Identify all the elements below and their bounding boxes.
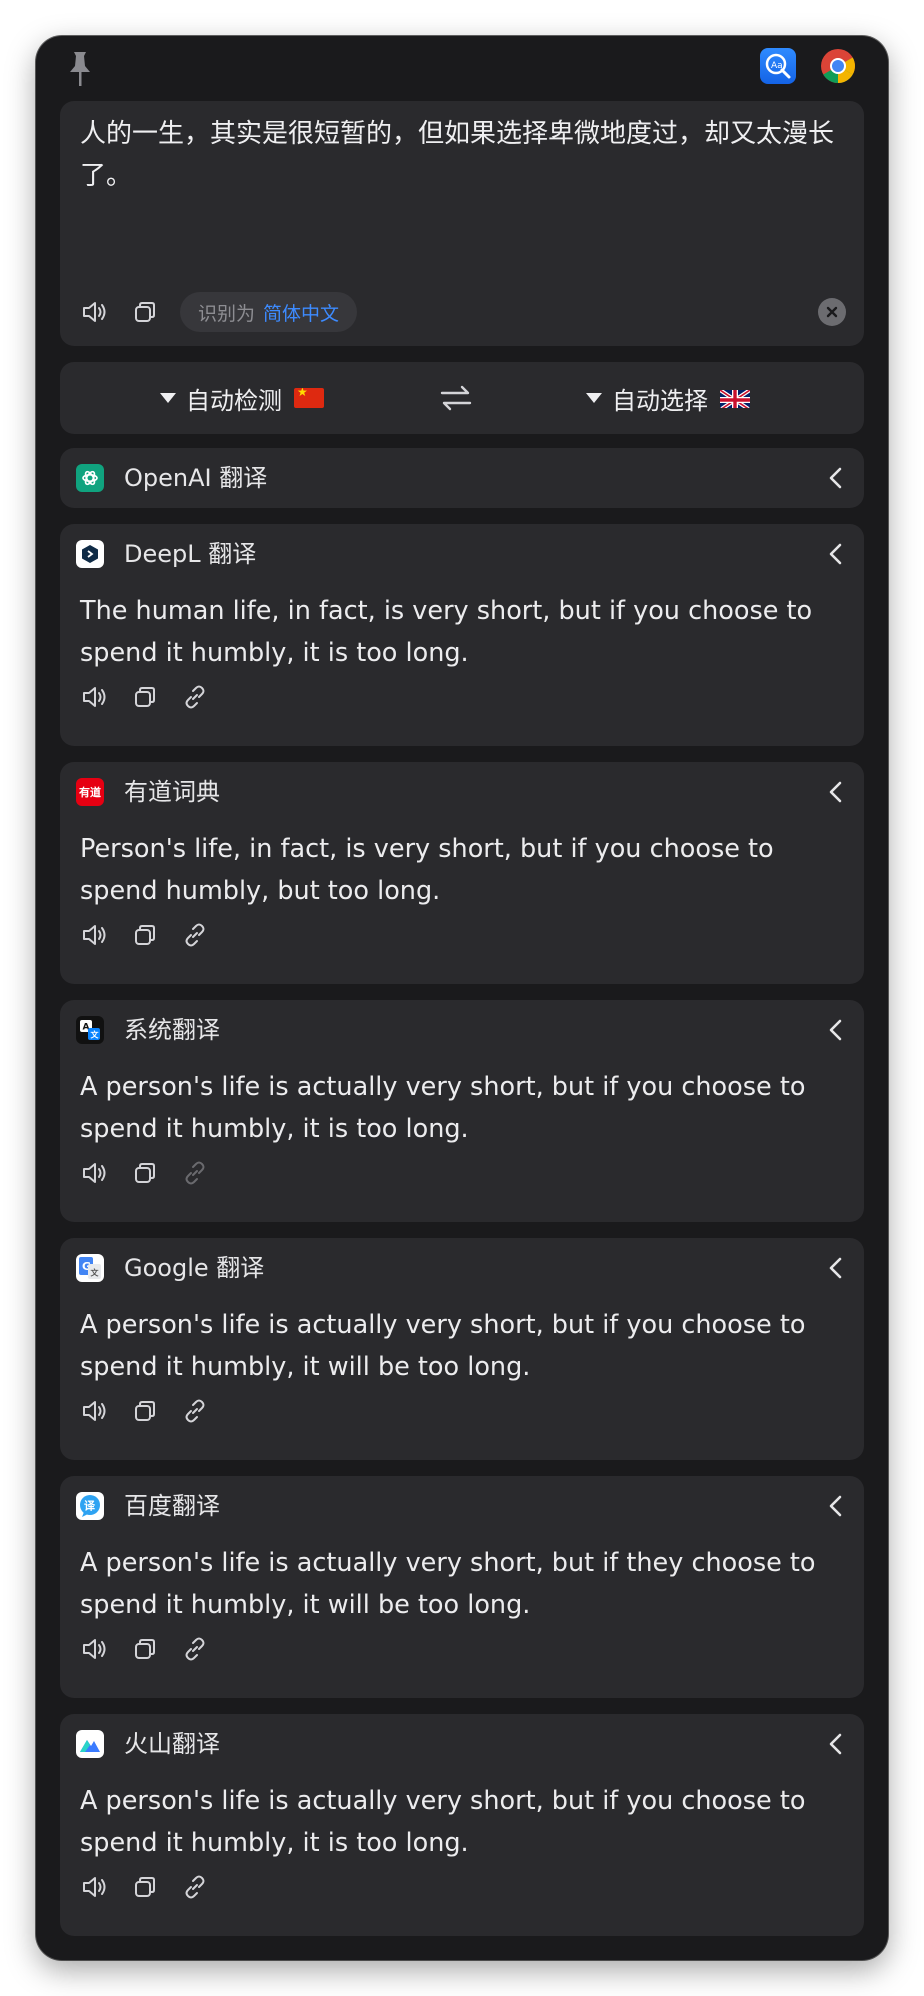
openai-logo-icon: [76, 464, 104, 492]
service-header[interactable]: 译 百度翻译: [60, 1476, 864, 1536]
detect-prefix-label: 识别为: [198, 302, 256, 325]
copy-icon[interactable]: [130, 1396, 160, 1426]
result-toolbar: [80, 920, 210, 950]
link-icon[interactable]: [180, 920, 210, 950]
service-header[interactable]: 有道 有道词典: [60, 762, 864, 822]
service-name: 有道词典: [124, 778, 220, 806]
detected-language[interactable]: 简体中文: [263, 299, 339, 326]
service-header[interactable]: OpenAI 翻译: [60, 448, 864, 508]
link-icon[interactable]: [180, 1634, 210, 1664]
source-input-card: 人的一生，其实是很短暂的，但如果选择卑微地度过，却又太漫长了。 识别为 简体中文: [60, 101, 864, 346]
clear-input-button[interactable]: [818, 298, 846, 326]
service-card-volcano: 火山翻译 A person's life is actually very sh…: [60, 1714, 864, 1936]
google-translate-logo-icon: G文: [76, 1254, 104, 1282]
copy-icon[interactable]: [130, 1634, 160, 1664]
svg-text:译: 译: [84, 1500, 96, 1513]
speaker-icon[interactable]: [80, 1872, 110, 1902]
chevron-left-icon[interactable]: [822, 778, 850, 806]
chrome-browser-icon[interactable]: [820, 48, 856, 84]
detected-language-badge[interactable]: 识别为 简体中文: [180, 292, 358, 332]
result-toolbar: [80, 1634, 210, 1664]
service-card-deepl: DeepL 翻译 The human life, in fact, is ver…: [60, 524, 864, 746]
link-icon-disabled: [180, 1158, 210, 1188]
chevron-left-icon[interactable]: [822, 1492, 850, 1520]
title-bar: Aa: [36, 36, 888, 102]
language-selector-bar: 自动检测 自动选择: [60, 362, 864, 434]
copy-icon[interactable]: [130, 1158, 160, 1188]
translation-result[interactable]: A person's life is actually very short, …: [80, 1542, 850, 1626]
translation-result[interactable]: A person's life is actually very short, …: [80, 1780, 850, 1864]
source-language-label: 自动检测: [186, 386, 282, 415]
result-toolbar: [80, 1872, 210, 1902]
service-header[interactable]: A文 系统翻译: [60, 1000, 864, 1060]
chevron-left-icon[interactable]: [822, 1254, 850, 1282]
svg-text:文: 文: [91, 1030, 100, 1040]
service-card-openai: OpenAI 翻译: [60, 448, 864, 508]
chevron-down-icon: [160, 393, 176, 403]
chevron-left-icon[interactable]: [822, 1730, 850, 1758]
chevron-left-icon[interactable]: [822, 1016, 850, 1044]
service-name: Google 翻译: [124, 1254, 265, 1282]
link-icon[interactable]: [180, 682, 210, 712]
close-icon: [826, 306, 838, 318]
translation-result[interactable]: A person's life is actually very short, …: [80, 1066, 850, 1150]
copy-icon[interactable]: [130, 682, 160, 712]
uk-flag-icon: [720, 388, 750, 408]
service-card-google: G文 Google 翻译 A person's life is actually…: [60, 1238, 864, 1460]
service-header[interactable]: DeepL 翻译: [60, 524, 864, 584]
speaker-icon[interactable]: [80, 920, 110, 950]
copy-icon[interactable]: [130, 297, 160, 327]
svg-text:文: 文: [91, 1268, 100, 1278]
service-card-baidu: 译 百度翻译 A person's life is actually very …: [60, 1476, 864, 1698]
svg-text:Aa: Aa: [771, 61, 783, 71]
translator-window: Aa 人的一生，其实是很短暂的，但如果选择卑微地度过，却又太漫长了。 识别为 简…: [36, 36, 888, 1960]
link-icon[interactable]: [180, 1872, 210, 1902]
source-text-input[interactable]: 人的一生，其实是很短暂的，但如果选择卑微地度过，却又太漫长了。: [80, 113, 840, 197]
service-name: 系统翻译: [124, 1016, 220, 1044]
china-flag-icon: [294, 388, 324, 408]
copy-icon[interactable]: [130, 920, 160, 950]
speaker-icon[interactable]: [80, 682, 110, 712]
translation-result[interactable]: A person's life is actually very short, …: [80, 1304, 850, 1388]
service-header[interactable]: G文 Google 翻译: [60, 1238, 864, 1298]
speaker-icon[interactable]: [80, 1634, 110, 1664]
chevron-left-icon[interactable]: [822, 540, 850, 568]
copy-icon[interactable]: [130, 1872, 160, 1902]
translation-result[interactable]: Person's life, in fact, is very short, b…: [80, 828, 850, 912]
target-language-select[interactable]: 自动选择: [586, 362, 750, 434]
service-name: DeepL 翻译: [124, 540, 257, 568]
swap-arrows-icon[interactable]: [438, 382, 474, 414]
deepl-logo-icon: [76, 540, 104, 568]
baidu-translate-logo-icon: 译: [76, 1492, 104, 1520]
service-name: OpenAI 翻译: [124, 464, 268, 492]
youdao-logo-icon: 有道: [76, 778, 104, 806]
volcano-translate-logo-icon: [76, 1730, 104, 1758]
chevron-down-icon: [586, 393, 602, 403]
service-name: 火山翻译: [124, 1730, 220, 1758]
result-toolbar: [80, 682, 210, 712]
dictionary-app-icon[interactable]: Aa: [760, 48, 796, 84]
translation-result[interactable]: The human life, in fact, is very short, …: [80, 590, 850, 674]
service-header[interactable]: 火山翻译: [60, 1714, 864, 1774]
input-toolbar: 识别为 简体中文: [80, 292, 358, 332]
service-card-system: A文 系统翻译 A person's life is actually very…: [60, 1000, 864, 1222]
service-card-youdao: 有道 有道词典 Person's life, in fact, is very …: [60, 762, 864, 984]
result-toolbar: [80, 1396, 210, 1426]
link-icon[interactable]: [180, 1396, 210, 1426]
speaker-icon[interactable]: [80, 297, 110, 327]
target-language-label: 自动选择: [612, 386, 708, 415]
speaker-icon[interactable]: [80, 1396, 110, 1426]
result-toolbar: [80, 1158, 210, 1188]
chevron-left-icon[interactable]: [822, 464, 850, 492]
speaker-icon[interactable]: [80, 1158, 110, 1188]
source-language-select[interactable]: 自动检测: [160, 362, 324, 434]
apple-translate-logo-icon: A文: [76, 1016, 104, 1044]
pin-icon[interactable]: [66, 50, 94, 88]
service-name: 百度翻译: [124, 1492, 220, 1520]
